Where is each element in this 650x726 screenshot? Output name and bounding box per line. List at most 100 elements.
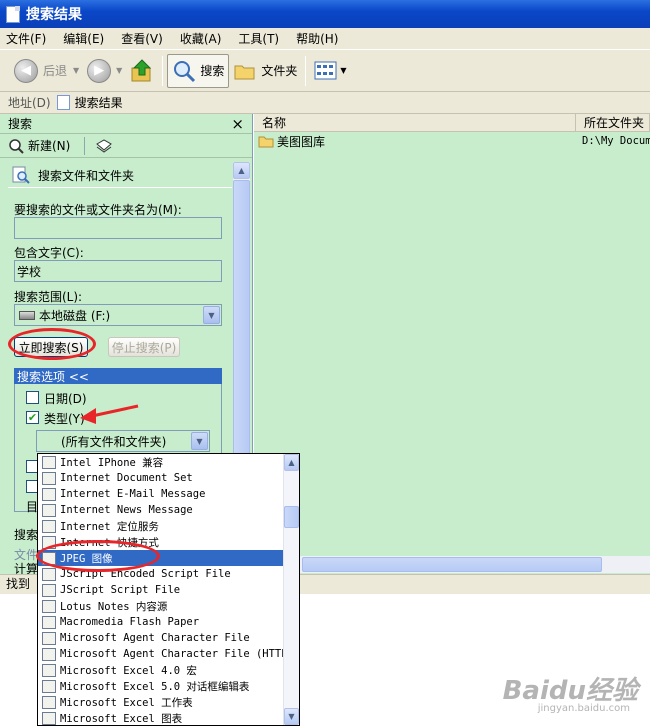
forward-button[interactable]: ▶ ▼: [83, 54, 126, 88]
views-button[interactable]: ▼: [310, 54, 350, 88]
look-in-select[interactable]: 本地磁盘 (F:) ▼: [14, 304, 222, 326]
dropdown-items: Intel IPhone 兼容 Internet Document Set Inte…: [38, 454, 299, 726]
search-pane-title: 搜索: [8, 117, 33, 131]
results-header: 名称 所在文件夹: [254, 114, 650, 132]
file-type-icon: [42, 695, 56, 709]
file-type-select[interactable]: (所有文件和文件夹) ▼: [36, 430, 210, 452]
dropdown-item[interactable]: Internet News Message: [38, 502, 299, 518]
up-folder-icon: [131, 58, 152, 81]
chevron-down-icon: ▼: [116, 66, 123, 75]
horizontal-scrollbar[interactable]: [254, 556, 650, 573]
table-row[interactable]: 美图图库 D:\My Docume: [254, 132, 650, 150]
file-type-icon: [42, 711, 56, 725]
file-type-icon: [42, 519, 56, 533]
contains-label: 包含文字(C):: [14, 246, 84, 260]
file-type-icon: [42, 663, 56, 677]
search-pane-toolbar: 新建(N): [0, 134, 252, 158]
result-folder: D:\My Docume: [582, 135, 650, 147]
dropdown-item[interactable]: Microsoft Excel 工作表: [38, 694, 299, 710]
file-type-icon: [42, 503, 56, 517]
column-folder[interactable]: 所在文件夹: [576, 114, 650, 131]
annotation-circle-search-now: [8, 328, 96, 360]
dropdown-item[interactable]: Microsoft Agent Character File: [38, 630, 299, 646]
file-type-icon: [42, 647, 56, 661]
file-type-dropdown-list[interactable]: Intel IPhone 兼容 Internet Document Set Inte…: [37, 453, 300, 726]
section-title: 搜索文件和文件夹: [38, 169, 135, 183]
dropdown-item[interactable]: Internet E-Mail Message: [38, 486, 299, 502]
chevron-down-icon[interactable]: ▼: [191, 432, 208, 450]
address-label: 地址(D): [8, 96, 51, 110]
results-pane: 名称 所在文件夹 美图图库 D:\My Docume: [254, 114, 650, 592]
menu-help[interactable]: 帮助(H): [296, 30, 338, 47]
menu-favorites[interactable]: 收藏(A): [180, 30, 222, 47]
back-button[interactable]: ◀ 后退 ▼: [10, 54, 83, 88]
file-type-icon: [42, 567, 56, 581]
dropdown-item[interactable]: Internet Document Set: [38, 470, 299, 486]
toolbar-separator: [162, 55, 164, 86]
file-type-icon: [42, 599, 56, 613]
file-type-icon: [42, 583, 56, 597]
back-arrow-icon: ◀: [14, 58, 38, 83]
document-icon: [56, 95, 70, 110]
file-name-input[interactable]: [14, 217, 222, 239]
dropdown-scrollbar[interactable]: ▲ ▼: [283, 454, 299, 725]
toolbar-separator: [305, 55, 307, 86]
folder-icon: [234, 65, 255, 79]
new-search-button[interactable]: 新建(N): [8, 137, 70, 154]
dropdown-item[interactable]: JScript Script File: [38, 582, 299, 598]
dropdown-item[interactable]: Internet 定位服务: [38, 518, 299, 534]
date-checkbox[interactable]: [26, 391, 39, 404]
title-bar: 搜索结果: [0, 0, 650, 28]
dropdown-item[interactable]: Lotus Notes 内容源: [38, 598, 299, 614]
dropdown-item[interactable]: Microsoft Excel 4.0 宏: [38, 662, 299, 678]
annotation-circle-jpeg: [36, 540, 160, 572]
annotation-arrow: [80, 404, 139, 424]
scroll-up-icon[interactable]: ▲: [233, 162, 250, 179]
address-bar: 地址(D) 搜索结果: [0, 92, 650, 114]
search-button[interactable]: 搜索: [167, 53, 230, 88]
chevron-down-icon: ▼: [73, 66, 80, 75]
look-in-label: 搜索范围(L):: [14, 290, 83, 304]
book-icon[interactable]: [95, 138, 113, 154]
scroll-thumb[interactable]: [233, 180, 250, 480]
status-text: 找到: [6, 577, 31, 591]
stop-search-button[interactable]: 停止搜索(P): [108, 337, 180, 357]
menu-edit[interactable]: 编辑(E): [63, 30, 104, 47]
file-type-icon: [42, 679, 56, 693]
menu-tools[interactable]: 工具(T): [238, 30, 279, 47]
up-folder-button[interactable]: [126, 54, 158, 88]
views-grid-icon: [314, 61, 337, 79]
menu-view[interactable]: 查看(V): [121, 30, 163, 47]
dropdown-item[interactable]: Microsoft Agent Character File (HTTP: [38, 646, 299, 662]
scroll-thumb[interactable]: [284, 506, 299, 528]
toolbar: ◀ 后退 ▼ ▶ ▼ 搜索 文件夹 ▼: [0, 50, 650, 92]
scroll-up-icon[interactable]: ▲: [284, 454, 299, 471]
new-search-icon: [9, 138, 24, 154]
forward-arrow-icon: ▶: [87, 58, 112, 83]
address-field[interactable]: 搜索结果: [56, 94, 123, 111]
folders-button[interactable]: 文件夹: [229, 54, 301, 88]
watermark-url: jingyan.baidu.com: [537, 703, 630, 714]
dropdown-item[interactable]: Macromedia Flash Paper: [38, 614, 299, 630]
menu-file[interactable]: 文件(F): [6, 30, 46, 47]
drive-icon: [19, 310, 35, 320]
search-options-header[interactable]: 搜索选项 <<: [14, 368, 222, 384]
scroll-thumb[interactable]: [302, 557, 602, 572]
dropdown-item[interactable]: Microsoft Excel 图表: [38, 710, 299, 726]
search-other-label: 搜索: [14, 528, 39, 542]
result-name: 美图图库: [277, 134, 326, 149]
contains-text-input[interactable]: 学校: [14, 260, 222, 282]
document-icon: [6, 5, 20, 23]
folder-icon: [258, 136, 274, 148]
column-name[interactable]: 名称: [254, 114, 576, 131]
close-icon[interactable]: ×: [231, 115, 244, 133]
chevron-down-icon: ▼: [340, 66, 347, 75]
scroll-down-icon[interactable]: ▼: [284, 708, 299, 725]
file-type-icon: [42, 471, 56, 485]
search-pane-header: 搜索 ×: [0, 114, 252, 134]
chevron-down-icon[interactable]: ▼: [203, 306, 220, 324]
dropdown-item[interactable]: Intel IPhone 兼容: [38, 454, 299, 470]
type-checkbox[interactable]: ✔: [26, 411, 39, 424]
file-type-icon: [42, 631, 56, 645]
dropdown-item[interactable]: Microsoft Excel 5.0 对话框编辑表: [38, 678, 299, 694]
